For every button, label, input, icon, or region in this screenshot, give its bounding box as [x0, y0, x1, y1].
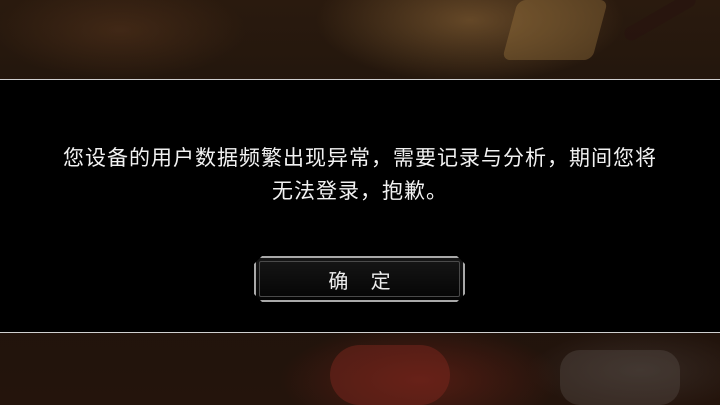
background-scenery — [560, 350, 680, 405]
dialog-message: 您设备的用户数据频繁出现异常，需要记录与分析，期间您将无法登录，抱歉。 — [63, 146, 657, 203]
confirm-button[interactable]: 确 定 — [254, 256, 465, 302]
confirm-button-label: 确 定 — [328, 268, 399, 293]
game-screen: 您设备的用户数据频繁出现异常，需要记录与分析，期间您将无法登录，抱歉。 确 定 — [0, 0, 720, 405]
background-scenery — [501, 0, 609, 60]
background-scenery — [621, 0, 699, 44]
alert-dialog: 您设备的用户数据频繁出现异常，需要记录与分析，期间您将无法登录，抱歉。 确 定 — [0, 79, 720, 333]
background-character — [330, 345, 450, 405]
